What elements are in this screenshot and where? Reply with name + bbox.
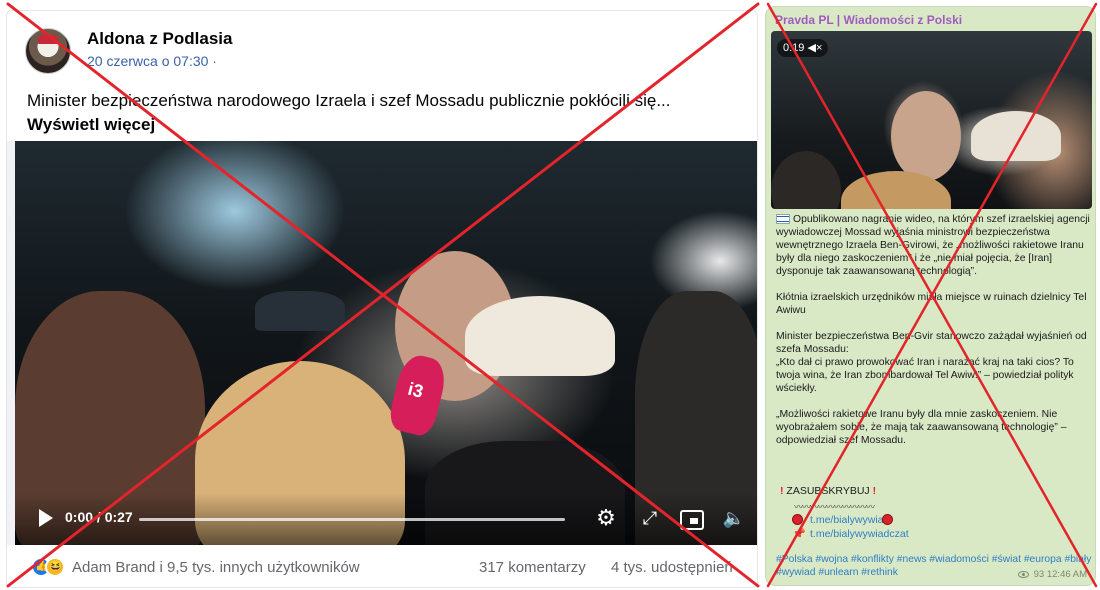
post-text-body: Minister bezpieczeństwa narodowego Izrae… <box>27 91 671 110</box>
post-header: Aldona z Podlasia 20 czerwca o 07:30 · M… <box>7 11 757 141</box>
link-row: t.me/bialywywiad <box>792 513 909 527</box>
channel-name[interactable]: Pravda PL | Wiadomości z Polski <box>775 13 962 27</box>
post-date-link[interactable]: 20 czerwca o 07:30 <box>87 53 208 69</box>
mute-icon[interactable]: ◀× <box>807 42 822 54</box>
chat-link[interactable]: t.me/bialywywiadczat <box>810 528 909 540</box>
stop-icon <box>792 514 803 525</box>
telegram-post: Pravda PL | Wiadomości z Polski 0:19 ◀× … <box>765 6 1096 586</box>
author-name[interactable]: Aldona z Podlasia <box>87 29 232 49</box>
message-time: 12:46 AM <box>1046 569 1087 580</box>
date-separator: · <box>208 53 217 69</box>
gear-icon[interactable]: ⚙ <box>591 503 621 533</box>
comments-count[interactable]: 317 komentarzy <box>479 559 586 576</box>
avatar[interactable] <box>25 28 71 74</box>
time-display: 0:00 / 0:27 <box>65 509 133 525</box>
pip-icon[interactable] <box>675 503 705 533</box>
pin-icon: 📌 <box>792 528 806 540</box>
haha-icon <box>45 557 65 577</box>
channel-links: t.me/bialywywiad 📌 t.me/bialywywiadczat <box>792 513 909 541</box>
microphone-logo: i3 <box>386 351 450 439</box>
wave-divider: 〰〰〰〰〰〰〰〰〰〰 <box>794 502 875 512</box>
video-figure <box>771 151 841 209</box>
volume-icon[interactable]: 🔈 <box>719 503 749 533</box>
video-figure <box>255 291 345 331</box>
expand-icon[interactable]: ⤢ <box>635 503 665 533</box>
facebook-post: Aldona z Podlasia 20 czerwca o 07:30 · M… <box>6 10 758 588</box>
progress-bar[interactable] <box>139 518 565 521</box>
video-controls: 0:00 / 0:27 ⚙ ⤢ 🔈 <box>15 493 757 545</box>
video-duration-text: 0:19 <box>783 42 805 54</box>
video-figure <box>465 296 615 376</box>
mic-logo-text: i3 <box>405 378 426 402</box>
see-more-link[interactable]: Wyświetl więcej <box>27 115 155 134</box>
message-paragraph: Minister bezpieczeństwa Ben-Gvir stanowc… <box>776 331 1087 394</box>
message-paragraph: Kłótnia izraelskich urzędników miała mie… <box>776 292 1087 316</box>
shares-count[interactable]: 4 tys. udostępnień <box>611 559 733 576</box>
reactions-summary[interactable]: Adam Brand i 9,5 tys. innych użytkownikó… <box>72 559 360 576</box>
exclamation-icon: ! <box>780 485 784 497</box>
exclamation-icon: ! <box>872 485 877 497</box>
message-paragraph: „Możliwości rakietowe Iranu były dla mni… <box>776 409 1067 446</box>
play-icon[interactable] <box>39 509 53 527</box>
telegram-message: Opublikowano nagranie wideo, na którym s… <box>776 213 1092 460</box>
message-paragraph-text: Opublikowano nagranie wideo, na którym s… <box>776 214 1090 277</box>
video-duration: 0:19 ◀× <box>777 39 829 57</box>
message-meta: 93 12:46 AM <box>1018 569 1087 580</box>
telegram-video[interactable]: 0:19 ◀× <box>771 31 1092 209</box>
message-paragraph: Opublikowano nagranie wideo, na którym s… <box>776 213 1092 278</box>
video-player[interactable]: i3 0:00 / 0:27 ⚙ ⤢ 🔈 <box>15 141 757 545</box>
flag-icon <box>776 214 790 225</box>
view-count: 93 <box>1033 569 1045 580</box>
eye-icon <box>1018 570 1029 578</box>
channel-link[interactable]: t.me/bialywywiad <box>810 514 889 526</box>
video-figure <box>891 91 961 181</box>
post-text: Minister bezpieczeństwa narodowego Izrae… <box>27 89 742 137</box>
post-footer: Adam Brand i 9,5 tys. innych użytkownikó… <box>7 545 757 587</box>
link-row: 📌 t.me/bialywywiadczat <box>792 527 909 541</box>
subscribe-text: ZASUBSKRYBUJ <box>786 485 870 497</box>
video-figure <box>971 111 1061 161</box>
subscribe-callout: ! ZASUBSKRYBUJ ! <box>780 485 876 497</box>
stop-icon <box>882 514 893 525</box>
post-date[interactable]: 20 czerwca o 07:30 · <box>87 53 217 69</box>
